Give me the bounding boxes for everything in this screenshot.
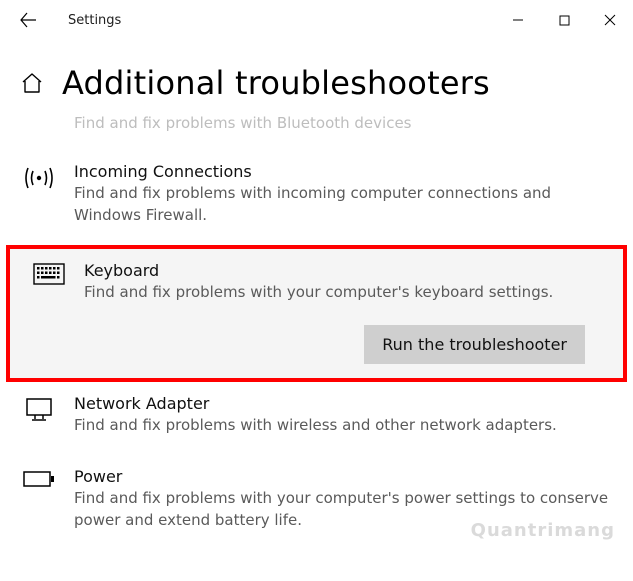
- run-troubleshooter-button[interactable]: Run the troubleshooter: [364, 325, 585, 364]
- titlebar: Settings: [0, 0, 633, 40]
- minimize-icon: [512, 14, 524, 26]
- signal-icon: [24, 164, 54, 192]
- back-button[interactable]: [10, 2, 46, 38]
- minimize-button[interactable]: [495, 0, 541, 40]
- truncated-item-desc: Find and fix problems with Bluetooth dev…: [0, 114, 633, 150]
- troubleshooter-network-adapter[interactable]: Network Adapter Find and fix problems wi…: [0, 382, 633, 455]
- home-icon[interactable]: [20, 71, 44, 95]
- item-desc: Find and fix problems with wireless and …: [74, 415, 613, 437]
- troubleshooter-incoming-connections[interactable]: Incoming Connections Find and fix proble…: [0, 150, 633, 245]
- item-desc: Find and fix problems with incoming comp…: [74, 183, 613, 227]
- keyboard-icon: [33, 263, 65, 285]
- maximize-button[interactable]: [541, 0, 587, 40]
- item-title: Incoming Connections: [74, 162, 613, 181]
- monitor-icon: [24, 396, 54, 424]
- highlight-box: Keyboard Find and fix problems with your…: [6, 245, 627, 383]
- page-header: Additional troubleshooters: [0, 40, 633, 114]
- item-title: Keyboard: [84, 261, 603, 280]
- app-title: Settings: [68, 13, 121, 28]
- item-desc: Find and fix problems with your computer…: [74, 488, 613, 532]
- item-desc: Find and fix problems with your computer…: [84, 282, 603, 304]
- page-title: Additional troubleshooters: [62, 64, 490, 102]
- close-button[interactable]: [587, 0, 633, 40]
- troubleshooter-power[interactable]: Power Find and fix problems with your co…: [0, 455, 633, 550]
- window-controls: [495, 0, 633, 40]
- item-title: Power: [74, 467, 613, 486]
- item-title: Network Adapter: [74, 394, 613, 413]
- maximize-icon: [559, 15, 570, 26]
- back-arrow-icon: [19, 11, 37, 29]
- troubleshooter-keyboard[interactable]: Keyboard Find and fix problems with your…: [10, 249, 623, 379]
- battery-icon: [23, 469, 55, 489]
- close-icon: [604, 14, 616, 26]
